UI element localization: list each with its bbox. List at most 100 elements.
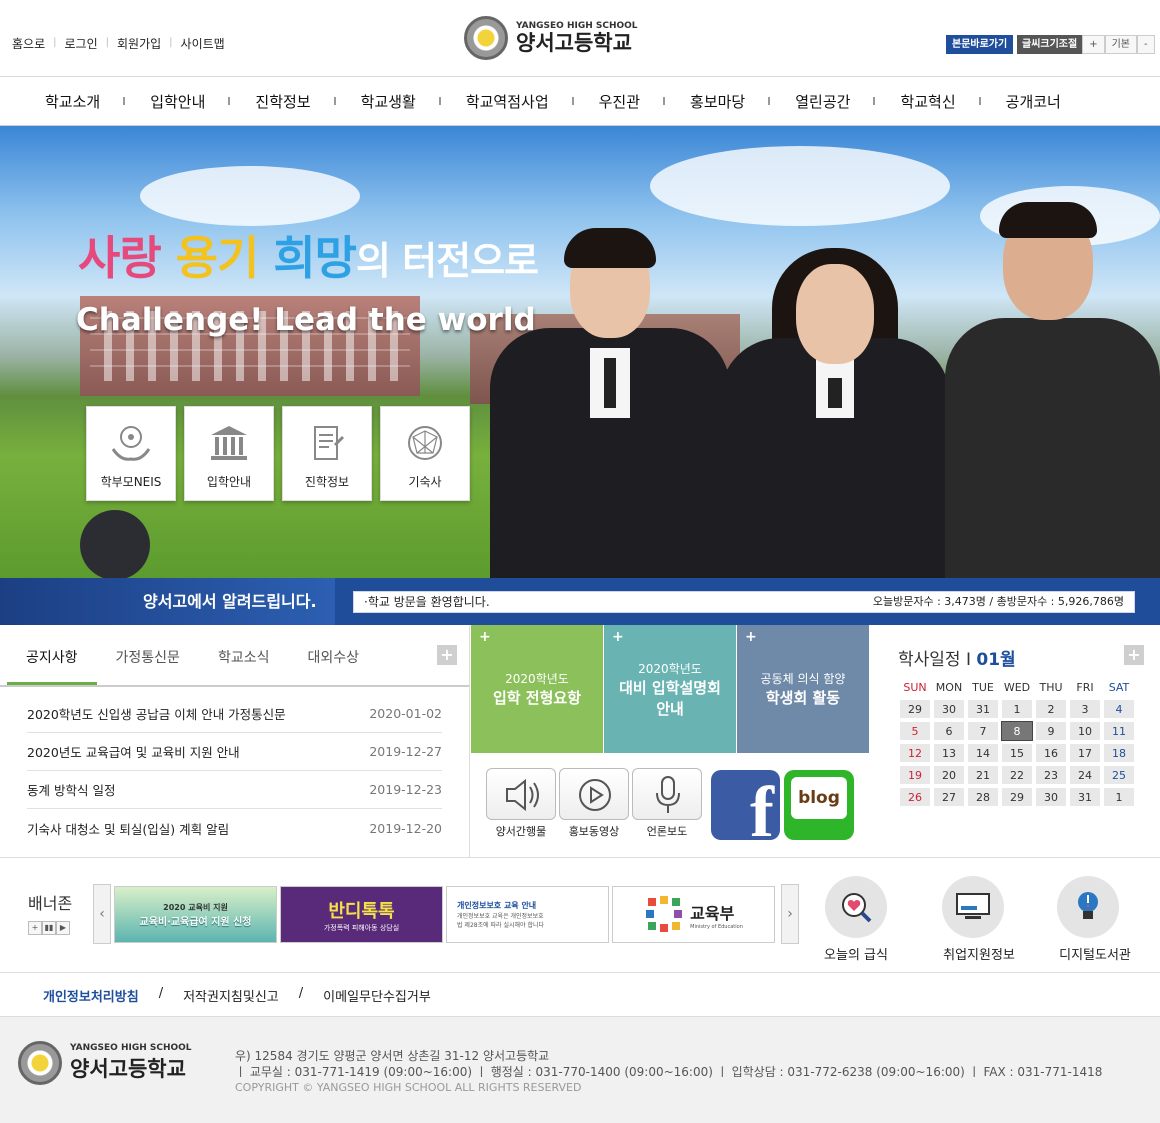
calendar-day[interactable]: 21 bbox=[968, 766, 998, 784]
calendar-day[interactable]: 31 bbox=[1070, 788, 1100, 806]
list-item[interactable]: 기숙사 대청소 및 퇴실(입실) 계획 알림 2019-12-20 bbox=[27, 809, 442, 847]
digital-library-label: 디지털도서관 bbox=[1059, 948, 1131, 963]
promo-video-button[interactable] bbox=[559, 768, 629, 820]
promo-tile-student-council[interactable]: + 공동체 의식 함양 학생회 활동 bbox=[737, 625, 869, 753]
calendar-day[interactable]: 11 bbox=[1104, 722, 1134, 740]
calendar-day[interactable]: 26 bbox=[900, 788, 930, 806]
calendar-day[interactable]: 14 bbox=[968, 744, 998, 762]
calendar-day[interactable]: 5 bbox=[900, 722, 930, 740]
site-logo[interactable]: YANGSEO HIGH SCHOOL 양서고등학교 bbox=[464, 16, 638, 60]
calendar-day[interactable]: 25 bbox=[1104, 766, 1134, 784]
skip-to-content-button[interactable]: 본문바로가기 bbox=[946, 35, 1014, 54]
promo-tile-briefing[interactable]: + 2020학년도 대비 입학설명회 안내 bbox=[604, 625, 736, 753]
banner-privacy-education[interactable]: 개인정보보호 교육 안내 개인정보보호 교육은 개인정보보호법 제28조에 따라… bbox=[446, 886, 609, 943]
quick-link-career[interactable]: 진학정보 bbox=[282, 406, 372, 501]
calendar-day[interactable]: 27 bbox=[934, 788, 964, 806]
calendar-day[interactable]: 29 bbox=[900, 700, 930, 718]
calendar-day[interactable]: 19 bbox=[900, 766, 930, 784]
nav-promotion[interactable]: 홍보마당 bbox=[665, 91, 771, 112]
nav-open-space[interactable]: 열린공간 bbox=[770, 91, 876, 112]
font-reset-button[interactable]: 기본 bbox=[1104, 35, 1137, 54]
calendar-day[interactable]: 30 bbox=[1036, 788, 1066, 806]
calendar-day[interactable]: 22 bbox=[1002, 766, 1032, 784]
nav-woojin[interactable]: 우진관 bbox=[574, 91, 666, 112]
list-item[interactable]: 2020학년도 신입생 공납금 이체 안내 가정통신문 2020-01-02 bbox=[27, 695, 442, 733]
list-item[interactable]: 동계 방학식 일정 2019-12-23 bbox=[27, 771, 442, 809]
calendar-day[interactable]: 15 bbox=[1002, 744, 1032, 762]
blog-icon[interactable]: blog bbox=[784, 770, 854, 840]
calendar-day[interactable]: 28 bbox=[968, 788, 998, 806]
calendar-day[interactable]: 16 bbox=[1036, 744, 1066, 762]
privacy-policy-link[interactable]: 개인정보처리방침 bbox=[43, 986, 139, 1005]
signup-link[interactable]: 회원가입 bbox=[117, 35, 161, 52]
nav-innovation[interactable]: 학교혁신 bbox=[875, 91, 981, 112]
main-navigation: 학교소개 입학안내 진학정보 학교생활 학교역점사업 우진관 홍보마당 열린공간… bbox=[0, 78, 1160, 126]
list-item[interactable]: 2020년도 교육급여 및 교육비 지원 안내 2019-12-27 bbox=[27, 733, 442, 771]
calendar-day[interactable]: 2 bbox=[1036, 700, 1066, 718]
font-size-label: 글씨크기조절 bbox=[1017, 35, 1083, 54]
nav-admission[interactable]: 입학안내 bbox=[125, 91, 231, 112]
calendar-day[interactable]: 8 bbox=[1001, 721, 1033, 741]
calendar-day[interactable]: 31 bbox=[968, 700, 998, 718]
calendar-day[interactable]: 10 bbox=[1070, 722, 1100, 740]
school-emblem-icon bbox=[18, 1041, 62, 1085]
quick-link-admission[interactable]: 입학안내 bbox=[184, 406, 274, 501]
press-label: 언론보도 bbox=[646, 825, 688, 838]
nav-school-life[interactable]: 학교생활 bbox=[336, 91, 442, 112]
banner-prev-button[interactable]: ‹ bbox=[93, 884, 111, 944]
calendar-day[interactable]: 13 bbox=[934, 744, 964, 762]
banner-add-button[interactable]: + bbox=[28, 921, 42, 935]
nav-projects[interactable]: 학교역점사업 bbox=[441, 91, 574, 112]
tab-newsletters[interactable]: 가정통신문 bbox=[97, 625, 199, 685]
nav-disclosure[interactable]: 공개코너 bbox=[981, 91, 1086, 112]
calendar-day[interactable]: 18 bbox=[1104, 744, 1134, 762]
calendar-day[interactable]: 29 bbox=[1002, 788, 1032, 806]
copyright-link[interactable]: 저작권지침및신고 bbox=[183, 986, 279, 1005]
calendar-day[interactable]: 9 bbox=[1036, 722, 1066, 740]
login-link[interactable]: 로그인 bbox=[65, 35, 98, 52]
banner-pause-button[interactable]: ▮▮ bbox=[42, 921, 56, 935]
quick-link-neis[interactable]: 학부모NEIS bbox=[86, 406, 176, 501]
blog-label: blog bbox=[791, 777, 847, 819]
tab-awards[interactable]: 대외수상 bbox=[288, 625, 378, 685]
calendar-day[interactable]: 24 bbox=[1070, 766, 1100, 784]
calendar-day[interactable]: 4 bbox=[1104, 700, 1134, 718]
email-refusal-link[interactable]: 이메일무단수집거부 bbox=[323, 986, 431, 1005]
meal-link[interactable] bbox=[825, 876, 887, 938]
quick-link-dormitory[interactable]: 기숙사 bbox=[380, 406, 470, 501]
calendar-more-button[interactable]: + bbox=[1124, 645, 1144, 665]
calendar-day[interactable]: 23 bbox=[1036, 766, 1066, 784]
banner-bandi[interactable]: 반디톡톡 가정폭력 피해아동 상담실 bbox=[280, 886, 443, 943]
ticker-message[interactable]: ·학교 방문을 환영합니다. bbox=[364, 595, 490, 609]
network-icon bbox=[408, 426, 442, 460]
font-decrease-button[interactable]: - bbox=[1137, 35, 1155, 54]
home-link[interactable]: 홈으로 bbox=[12, 35, 45, 52]
board-more-button[interactable]: + bbox=[437, 645, 457, 665]
sitemap-link[interactable]: 사이트맵 bbox=[181, 35, 225, 52]
job-info-link[interactable] bbox=[942, 876, 1004, 938]
tab-school-news[interactable]: 학교소식 bbox=[199, 625, 289, 685]
nav-school-intro[interactable]: 학교소개 bbox=[20, 91, 126, 112]
facebook-icon[interactable]: f bbox=[711, 770, 780, 840]
banner-play-button[interactable]: ▶ bbox=[56, 921, 70, 935]
promo-tile-admission[interactable]: + 2020학년도 입학 전형요항 bbox=[471, 625, 603, 753]
font-increase-button[interactable]: + bbox=[1082, 35, 1105, 54]
calendar-day[interactable]: 30 bbox=[934, 700, 964, 718]
calendar-day[interactable]: 6 bbox=[934, 722, 964, 740]
calendar-day[interactable]: 1 bbox=[1002, 700, 1032, 718]
student-photo bbox=[945, 168, 1160, 578]
calendar-day[interactable]: 3 bbox=[1070, 700, 1100, 718]
calendar-day[interactable]: 7 bbox=[968, 722, 998, 740]
banner-next-button[interactable]: › bbox=[781, 884, 799, 944]
publications-button[interactable] bbox=[486, 768, 556, 820]
digital-library-link[interactable] bbox=[1057, 876, 1119, 938]
banner-ministry-education[interactable]: 교육부 Ministry of Education bbox=[612, 886, 775, 943]
calendar-day[interactable]: 17 bbox=[1070, 744, 1100, 762]
tab-notices[interactable]: 공지사항 bbox=[7, 625, 97, 685]
nav-career[interactable]: 진학정보 bbox=[230, 91, 336, 112]
calendar-day[interactable]: 1 bbox=[1104, 788, 1134, 806]
press-button[interactable] bbox=[632, 768, 702, 820]
calendar-day[interactable]: 20 bbox=[934, 766, 964, 784]
calendar-day[interactable]: 12 bbox=[900, 744, 930, 762]
banner-education-fund[interactable]: 2020 교육비 지원 교육비·교육급여 지원 신청 bbox=[114, 886, 277, 943]
